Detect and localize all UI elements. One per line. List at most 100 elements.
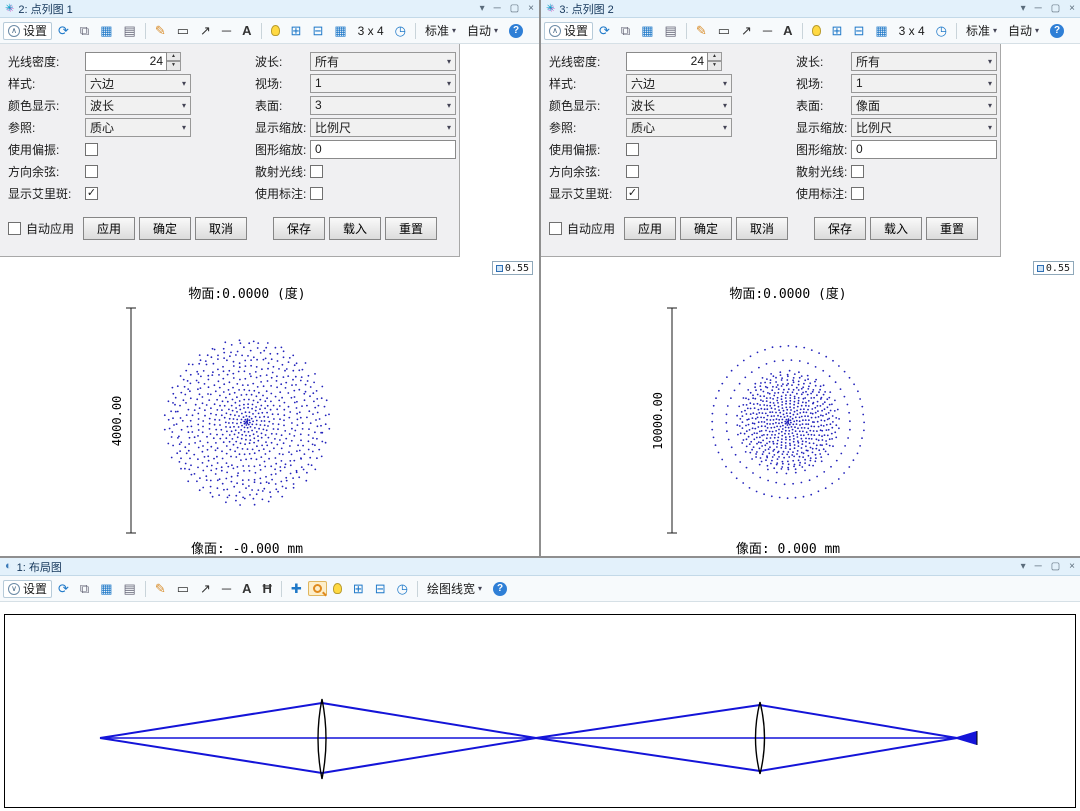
scatter-rays-checkbox[interactable] — [310, 164, 323, 178]
spot-plot-1[interactable]: 0.55 物面:0.0000 (度) 4000.00 像面: -0.000 mm — [0, 257, 539, 556]
help-button[interactable]: ? — [504, 21, 528, 41]
wavelength-select[interactable]: 所有 ▾ — [310, 51, 456, 71]
auto-dropdown[interactable]: 自动 ▾ — [462, 22, 503, 40]
load-button[interactable]: 载入 — [329, 217, 382, 240]
bulb-icon[interactable] — [266, 22, 285, 39]
close-icon[interactable]: × — [528, 3, 534, 14]
rectangle-tool-icon[interactable]: ▭ — [172, 21, 194, 40]
spin-up-icon[interactable]: ▲ — [708, 51, 722, 61]
field-select[interactable]: 1 ▾ — [851, 73, 997, 93]
line-tool-icon[interactable]: ─ — [758, 21, 777, 40]
standard-dropdown[interactable]: 标准 ▾ — [420, 22, 461, 40]
window-menu-icon[interactable]: ▾ — [1021, 561, 1026, 572]
window-split-icon[interactable]: ⊞ — [348, 579, 369, 598]
rectangle-tool-icon[interactable]: ▭ — [713, 21, 735, 40]
wavelength-select[interactable]: 所有 ▾ — [851, 51, 997, 71]
window-split-icon[interactable]: ⊞ — [286, 21, 307, 40]
direction-cosines-checkbox[interactable] — [626, 164, 639, 178]
print-icon[interactable]: ▤ — [119, 21, 141, 40]
maximize-icon[interactable]: ▢ — [1051, 3, 1060, 14]
auto-apply-checkbox[interactable] — [549, 222, 562, 235]
text-tool-icon[interactable]: A — [237, 21, 256, 40]
ok-button[interactable]: 确定 — [680, 217, 733, 240]
settings-button[interactable]: ∧ 设置 — [3, 21, 53, 40]
clock-icon[interactable]: ◷ — [392, 579, 413, 598]
auto-dropdown[interactable]: 自动 ▾ — [1003, 22, 1044, 40]
grid-size-selector[interactable]: 3 x 4 — [353, 22, 389, 40]
cancel-button[interactable]: 取消 — [195, 217, 248, 240]
reference-select[interactable]: 质心 ▾ — [626, 117, 732, 137]
print-icon[interactable]: ▤ — [119, 579, 141, 598]
copy-window-icon[interactable]: ⊟ — [307, 21, 328, 40]
show-airy-checkbox[interactable] — [85, 186, 98, 200]
text-height-icon[interactable]: Ħ — [258, 579, 277, 598]
maximize-icon[interactable]: ▢ — [510, 3, 519, 14]
standard-dropdown[interactable]: 标准 ▾ — [961, 22, 1002, 40]
window-split-icon[interactable]: ⊞ — [827, 21, 848, 40]
rectangle-tool-icon[interactable]: ▭ — [172, 579, 194, 598]
layers-icon[interactable]: ▦ — [329, 21, 351, 40]
help-button[interactable]: ? — [488, 579, 512, 599]
minimize-icon[interactable]: ─ — [494, 3, 501, 14]
clock-icon[interactable]: ◷ — [931, 21, 952, 40]
text-tool-icon[interactable]: A — [237, 579, 256, 598]
plot-scale-input[interactable]: 0 — [851, 139, 997, 159]
show-scale-select[interactable]: 比例尺 ▾ — [310, 117, 456, 137]
minimize-icon[interactable]: ─ — [1035, 561, 1042, 572]
direction-cosines-checkbox[interactable] — [85, 164, 98, 178]
pattern-select[interactable]: 六边 ▾ — [85, 73, 191, 93]
cancel-button[interactable]: 取消 — [736, 217, 789, 240]
reset-button[interactable]: 重置 — [926, 217, 979, 240]
refresh-icon[interactable]: ⟳ — [594, 21, 615, 40]
save-icon[interactable]: ▦ — [636, 21, 658, 40]
plot-scale-input[interactable]: 0 — [310, 139, 456, 159]
close-icon[interactable]: × — [1069, 3, 1075, 14]
field-select[interactable]: 1 ▾ — [310, 73, 456, 93]
line-tool-icon[interactable]: ─ — [217, 579, 236, 598]
save-icon[interactable]: ▦ — [95, 21, 117, 40]
titlebar-spot1[interactable]: ✳ 2: 点列图 1 ▾ ─ ▢ × — [0, 0, 539, 18]
spot-plot-2[interactable]: 0.55 物面:0.0000 (度) 10000.00 像面: 0.000 mm — [541, 257, 1080, 556]
copy-icon[interactable]: ⧉ — [75, 579, 94, 598]
use-polarization-checkbox[interactable] — [85, 142, 98, 156]
pattern-select[interactable]: 六边 ▾ — [626, 73, 732, 93]
arrow-tool-icon[interactable]: ↗ — [195, 579, 216, 598]
spin-up-icon[interactable]: ▲ — [167, 51, 181, 61]
help-button[interactable]: ? — [1045, 21, 1069, 41]
bulb-icon[interactable] — [807, 22, 826, 39]
show-scale-select[interactable]: 比例尺 ▾ — [851, 117, 997, 137]
bulb-icon[interactable] — [328, 580, 347, 597]
minimize-icon[interactable]: ─ — [1035, 3, 1042, 14]
line-tool-icon[interactable]: ─ — [217, 21, 236, 40]
clock-icon[interactable]: ◷ — [390, 21, 411, 40]
copy-icon[interactable]: ⧉ — [616, 21, 635, 40]
save-button[interactable]: 保存 — [814, 217, 867, 240]
maximize-icon[interactable]: ▢ — [1051, 561, 1060, 572]
save-button[interactable]: 保存 — [273, 217, 326, 240]
line-width-dropdown[interactable]: 绘图线宽 ▾ — [422, 580, 487, 598]
settings-button[interactable]: ∨ 设置 — [3, 579, 53, 598]
layout-drawing-area[interactable] — [0, 602, 1080, 811]
layers-icon[interactable]: ▦ — [870, 21, 892, 40]
settings-button[interactable]: ∧ 设置 — [544, 21, 594, 40]
ray-density-stepper[interactable]: ▲ ▼ — [167, 51, 181, 71]
ray-density-input[interactable]: 24 — [626, 51, 708, 71]
ray-density-stepper[interactable]: ▲ ▼ — [708, 51, 722, 71]
scatter-rays-checkbox[interactable] — [851, 164, 864, 178]
text-tool-icon[interactable]: A — [778, 21, 797, 40]
reset-button[interactable]: 重置 — [385, 217, 438, 240]
arrow-tool-icon[interactable]: ↗ — [195, 21, 216, 40]
color-by-select[interactable]: 波长 ▾ — [626, 95, 732, 115]
refresh-icon[interactable]: ⟳ — [53, 21, 74, 40]
save-icon[interactable]: ▦ — [95, 579, 117, 598]
reference-select[interactable]: 质心 ▾ — [85, 117, 191, 137]
apply-button[interactable]: 应用 — [624, 217, 677, 240]
pencil-icon[interactable]: ✎ — [150, 21, 171, 40]
surface-select[interactable]: 3 ▾ — [310, 95, 456, 115]
use-symbols-checkbox[interactable] — [310, 186, 323, 200]
ray-density-input[interactable]: 24 — [85, 51, 167, 71]
apply-button[interactable]: 应用 — [83, 217, 136, 240]
refresh-icon[interactable]: ⟳ — [53, 579, 74, 598]
copy-window-icon[interactable]: ⊟ — [370, 579, 391, 598]
show-airy-checkbox[interactable] — [626, 186, 639, 200]
